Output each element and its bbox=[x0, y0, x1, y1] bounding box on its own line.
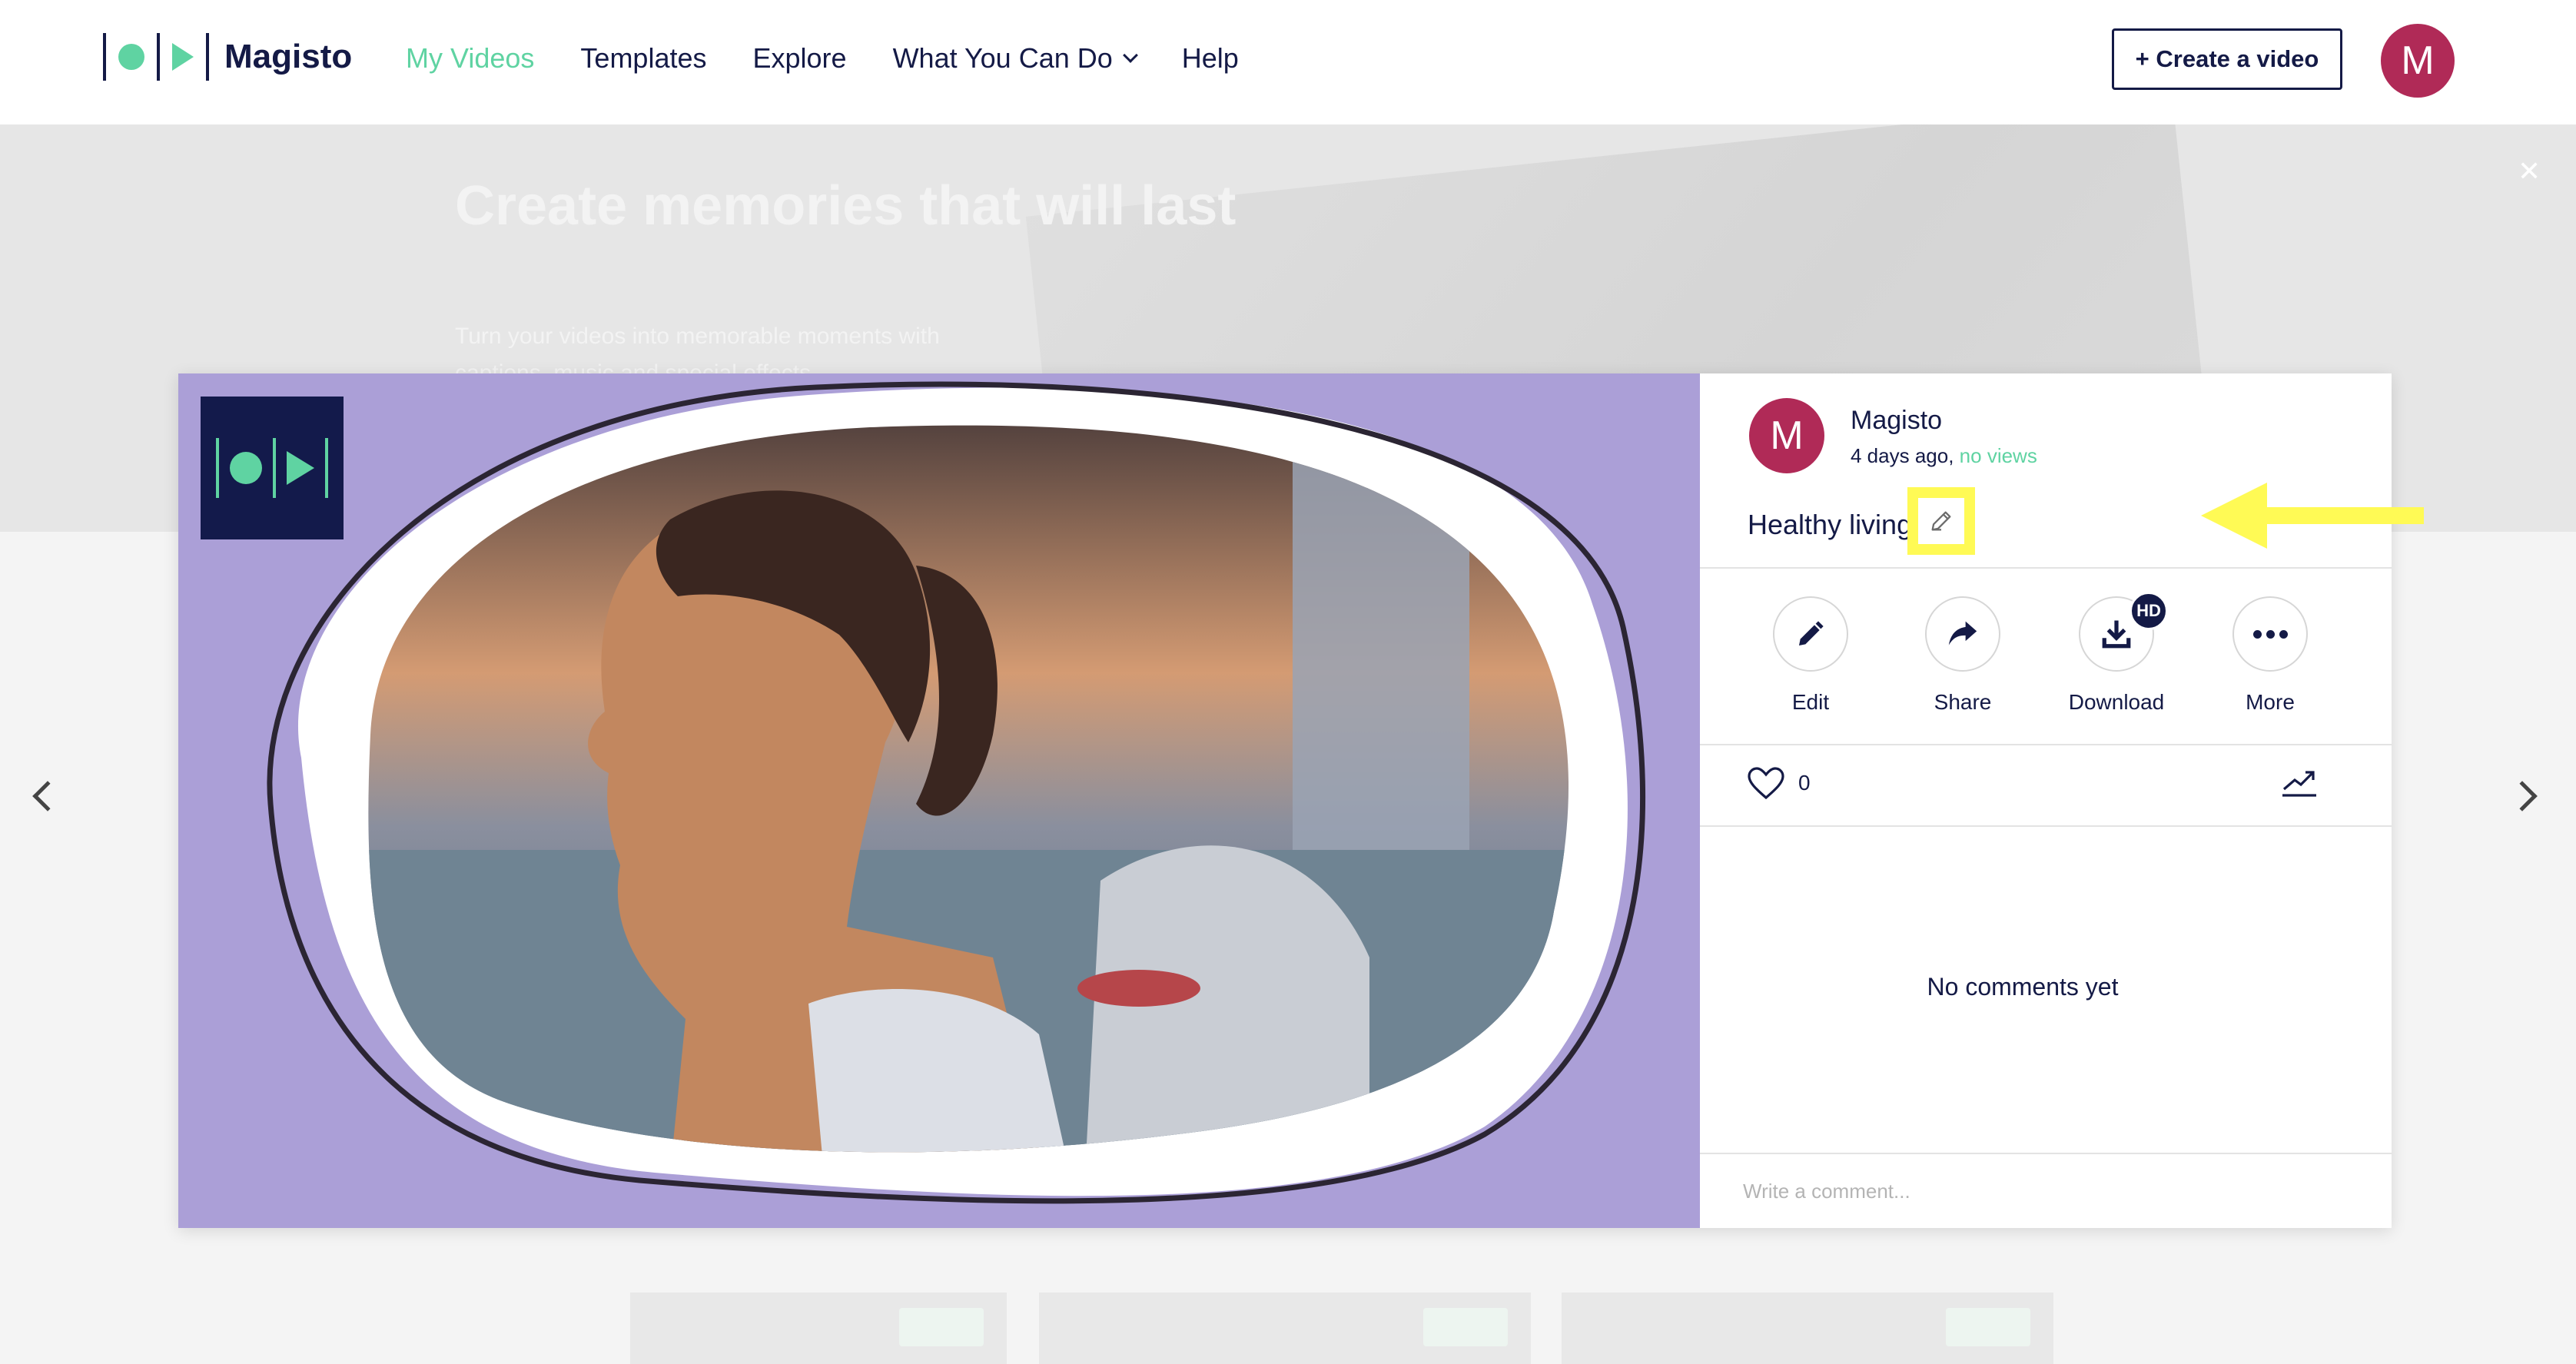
upload-time: 4 days ago, bbox=[1851, 444, 1954, 467]
video-modal: M Magisto 4 days ago, no views Healthy l… bbox=[178, 373, 2424, 1228]
share-action-button[interactable]: Share bbox=[1901, 596, 2024, 715]
hero-title: Create memories that will last bbox=[455, 175, 1237, 237]
divider bbox=[1700, 744, 2392, 745]
previous-video-arrow-icon[interactable] bbox=[32, 781, 63, 811]
edit-action-label: Edit bbox=[1791, 690, 1830, 714]
logo-bar-icon bbox=[206, 33, 209, 81]
more-action-button[interactable]: More bbox=[2209, 596, 2332, 715]
logo-bar-icon bbox=[157, 33, 160, 81]
thumbnail-badge bbox=[1423, 1308, 1508, 1346]
video-thumbnail[interactable] bbox=[1562, 1293, 2053, 1364]
nav-help[interactable]: Help bbox=[1182, 42, 1239, 75]
edit-action-button[interactable]: Edit bbox=[1749, 596, 1872, 715]
share-action-circle bbox=[1925, 596, 2000, 672]
create-video-button[interactable]: + Create a video bbox=[2112, 28, 2342, 90]
pencil-icon bbox=[1799, 621, 1824, 645]
video-thumbnail[interactable] bbox=[630, 1293, 1007, 1364]
user-avatar[interactable]: M bbox=[2381, 24, 2455, 98]
divider bbox=[1700, 825, 2392, 827]
stats-trend-icon[interactable] bbox=[2281, 765, 2318, 798]
yellow-arrow-annotation-icon bbox=[2201, 483, 2424, 549]
nav-my-videos[interactable]: My Videos bbox=[406, 42, 534, 75]
author-avatar[interactable]: M bbox=[1749, 398, 1824, 473]
edit-title-button[interactable] bbox=[1907, 487, 1975, 555]
magisto-logo[interactable]: Magisto bbox=[103, 32, 352, 81]
no-comments-message: No comments yet bbox=[1927, 973, 2119, 1001]
magisto-watermark-icon bbox=[201, 397, 344, 539]
heart-icon[interactable] bbox=[1748, 767, 1784, 799]
logo-bar-icon bbox=[103, 33, 106, 81]
main-nav: My Videos Templates Explore What You Can… bbox=[406, 38, 1285, 78]
watermark-bar-icon bbox=[273, 438, 276, 498]
logo-dot-icon bbox=[118, 44, 144, 70]
chevron-down-icon bbox=[1122, 48, 1138, 63]
action-bar: Edit Share HD Download More bbox=[1700, 592, 2392, 727]
share-icon bbox=[1948, 621, 1977, 645]
close-icon[interactable]: ✕ bbox=[2518, 155, 2541, 188]
video-frame-image bbox=[267, 381, 1646, 1204]
brand-name: Magisto bbox=[224, 38, 353, 75]
next-video-arrow-icon[interactable] bbox=[2507, 781, 2538, 811]
author-name[interactable]: Magisto bbox=[1851, 406, 1942, 436]
top-navbar: Magisto My Videos Templates Explore What… bbox=[0, 0, 2576, 124]
share-action-label: Share bbox=[1934, 690, 1992, 714]
hd-badge: HD bbox=[2130, 592, 2168, 630]
watermark-play-icon bbox=[287, 451, 314, 485]
view-count: no views bbox=[1959, 444, 2037, 467]
video-title: Healthy living bbox=[1748, 509, 1913, 540]
more-action-circle bbox=[2232, 596, 2308, 672]
video-player[interactable] bbox=[178, 373, 1700, 1228]
download-action-circle: HD bbox=[2079, 592, 2168, 672]
thumbnail-badge bbox=[899, 1308, 984, 1346]
nav-what-you-can-do[interactable]: What You Can Do bbox=[892, 42, 1138, 75]
download-icon bbox=[2102, 620, 2131, 649]
video-meta: 4 days ago, no views bbox=[1851, 444, 2037, 468]
nav-explore[interactable]: Explore bbox=[753, 42, 847, 75]
thumbnail-badge bbox=[1946, 1308, 2030, 1346]
watermark-bar-icon bbox=[325, 438, 328, 498]
video-thumbnail[interactable] bbox=[1039, 1293, 1531, 1364]
more-icon bbox=[2252, 629, 2288, 639]
video-details-panel: M Magisto 4 days ago, no views Healthy l… bbox=[1700, 373, 2424, 1228]
nav-what-you-can-do-label: What You Can Do bbox=[892, 42, 1113, 74]
watermark-bar-icon bbox=[216, 438, 219, 498]
more-action-label: More bbox=[2246, 690, 2295, 714]
download-action-label: Download bbox=[2068, 690, 2165, 714]
edit-title-inner bbox=[1918, 498, 1964, 544]
like-count: 0 bbox=[1798, 771, 1811, 795]
download-action-button[interactable]: HD Download bbox=[2055, 592, 2178, 715]
likes: 0 bbox=[1748, 767, 1811, 799]
comment-input[interactable] bbox=[1700, 1153, 2392, 1228]
divider bbox=[1700, 567, 2392, 569]
pencil-outline-icon bbox=[1931, 511, 1951, 531]
edit-action-circle bbox=[1773, 596, 1848, 672]
watermark-dot-icon bbox=[230, 452, 262, 484]
nav-templates[interactable]: Templates bbox=[580, 42, 706, 75]
logo-play-icon bbox=[172, 43, 194, 71]
video-grid-preview bbox=[0, 1293, 2576, 1364]
